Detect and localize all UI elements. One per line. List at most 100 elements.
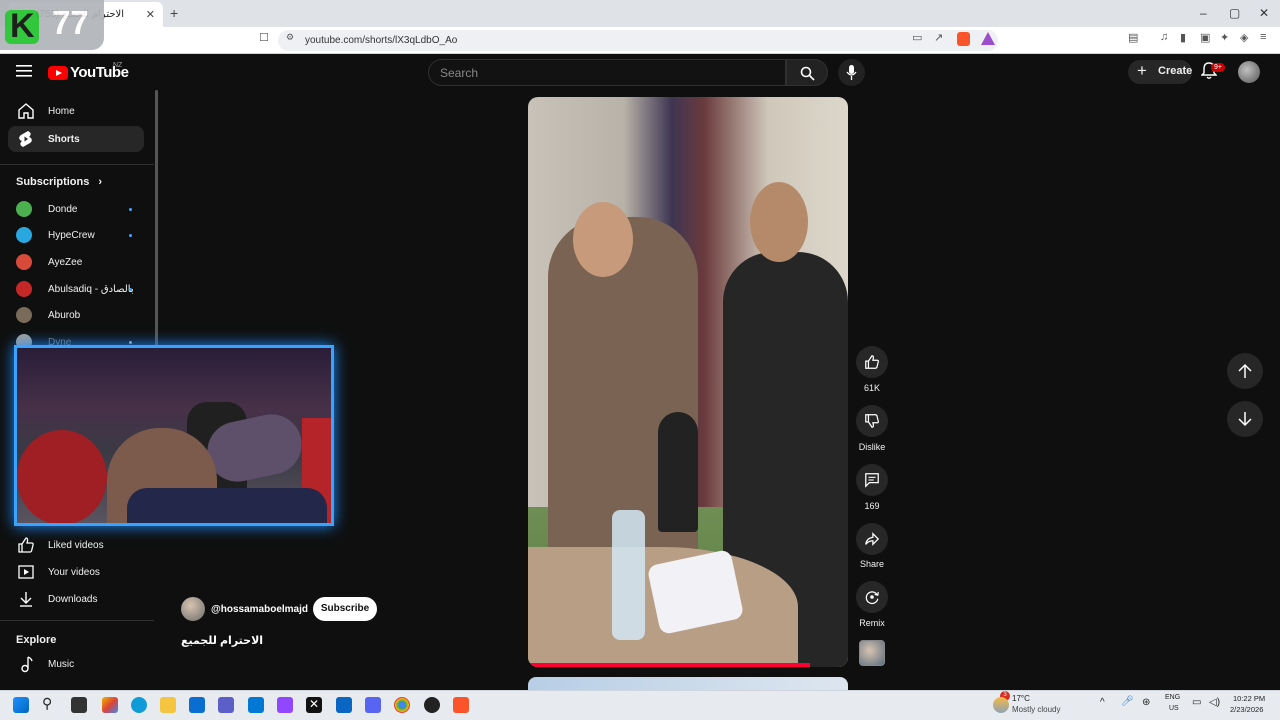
subscriptions-heading-label: Subscriptions	[16, 176, 90, 188]
next-short-button[interactable]	[1227, 401, 1263, 437]
search-button[interactable]	[786, 59, 828, 86]
sidebar-item-shorts[interactable]: Shorts	[8, 126, 144, 152]
sidebar-item-downloads[interactable]: Downloads	[8, 586, 144, 612]
weather-description[interactable]: Mostly cloudy	[1012, 705, 1060, 714]
create-label: Create	[1158, 65, 1193, 77]
sidebar-toggle-icon[interactable]: ▮	[1180, 31, 1186, 44]
sidebar-item-music[interactable]: Music	[8, 651, 144, 677]
teams-icon[interactable]	[218, 697, 234, 713]
search-input[interactable]: Search	[428, 59, 786, 86]
remix-button[interactable]	[856, 581, 888, 613]
sidebar-item-label: Your videos	[48, 567, 100, 578]
site-info-icon[interactable]: ⚙	[286, 32, 294, 43]
reader-mode-icon[interactable]: ▤	[1128, 31, 1138, 44]
remix-label: Remix	[859, 618, 885, 628]
subscriptions-heading[interactable]: Subscriptions ›	[16, 176, 102, 188]
comments-button[interactable]	[856, 464, 888, 496]
tray-app-icon[interactable]: ⊛	[1142, 697, 1150, 708]
video-progress-bar[interactable]	[528, 663, 810, 667]
minimize-button[interactable]: –	[1200, 6, 1207, 20]
video-scene-bottle	[612, 510, 645, 640]
sidebar-item-subscription[interactable]: Abulsadiq - بالصادق	[8, 276, 144, 302]
wallet-icon[interactable]: ▣	[1200, 31, 1210, 44]
account-avatar[interactable]	[1238, 61, 1260, 83]
sidebar-item-subscription[interactable]: AyeZee	[8, 249, 144, 275]
thumbs-down-icon	[865, 414, 879, 428]
leo-ai-icon[interactable]: ✦	[1220, 31, 1229, 44]
discord-icon[interactable]	[365, 697, 381, 713]
weather-temperature[interactable]: 17°C	[1012, 694, 1030, 703]
x-icon[interactable]: ✕	[306, 697, 322, 713]
obs-icon[interactable]	[424, 697, 440, 713]
streamer-logo-number: 77	[52, 4, 89, 41]
display-icon[interactable]: ▭	[1192, 697, 1201, 708]
streamer-logo-letter: K	[10, 7, 35, 45]
brave-rewards-icon[interactable]	[981, 32, 995, 45]
new-tab-button[interactable]: +	[170, 5, 178, 21]
weather-cloud-icon[interactable]	[993, 697, 1009, 713]
chrome-icon[interactable]	[394, 697, 410, 713]
subscribe-button[interactable]: Subscribe	[313, 597, 377, 621]
clock-time[interactable]: 10:22 PM	[1233, 694, 1265, 703]
share-button[interactable]	[856, 523, 888, 555]
channel-handle[interactable]: @hossamaboelmajd	[211, 604, 308, 615]
bookmark-icon[interactable]: ☐	[259, 31, 269, 44]
dislike-button[interactable]	[856, 405, 888, 437]
channel-avatar[interactable]	[181, 597, 205, 621]
short-video-player[interactable]	[528, 97, 848, 667]
browser-tab-bar	[0, 0, 1280, 27]
task-view-icon[interactable]	[71, 697, 87, 713]
maximize-button[interactable]: ▢	[1229, 6, 1240, 20]
share-page-icon[interactable]: ↗	[934, 31, 943, 44]
cast-icon[interactable]: ▭	[912, 31, 922, 44]
close-window-button[interactable]: ✕	[1259, 6, 1269, 20]
hamburger-menu-icon[interactable]	[16, 64, 32, 83]
linkedin-icon[interactable]	[336, 697, 352, 713]
sidebar-scrollbar[interactable]	[155, 90, 158, 350]
youtube-logo-icon[interactable]	[48, 66, 68, 80]
music-note-icon	[21, 656, 33, 673]
new-content-dot	[129, 341, 132, 344]
edge-icon[interactable]	[131, 697, 147, 713]
store-icon[interactable]	[189, 697, 205, 713]
voice-search-button[interactable]	[838, 59, 865, 86]
thumbs-up-icon	[865, 355, 879, 369]
sidebar-item-subscription[interactable]: Aburob	[8, 302, 144, 328]
remix-icon	[865, 591, 879, 605]
copilot-icon[interactable]	[102, 697, 118, 713]
sidebar-item-subscription[interactable]: HypeCrew	[8, 222, 144, 248]
menu-icon[interactable]: ≡	[1260, 31, 1266, 43]
arrow-up-icon	[1238, 363, 1252, 378]
url-field[interactable]: youtube.com/shorts/lX3qLdbO_Ao	[278, 30, 998, 51]
sidebar-item-your-videos[interactable]: Your videos	[8, 559, 144, 585]
audio-source-thumbnail[interactable]	[859, 640, 885, 666]
create-button[interactable]: + Create	[1128, 60, 1192, 84]
like-button[interactable]	[856, 346, 888, 378]
sidebar-item-liked-videos[interactable]: Liked videos	[8, 532, 144, 558]
windows-start-icon[interactable]	[13, 697, 29, 713]
previous-short-button[interactable]	[1227, 353, 1263, 389]
outlook-icon[interactable]	[248, 697, 264, 713]
next-short-preview[interactable]	[528, 677, 848, 690]
language-indicator[interactable]: ENG	[1165, 694, 1180, 701]
microphone-icon[interactable]: 🎤︎	[1121, 696, 1134, 707]
chevron-up-icon[interactable]: ^	[1100, 697, 1105, 708]
sidebar-item-subscription[interactable]: Donde	[8, 196, 144, 222]
media-icon[interactable]: ♫	[1160, 31, 1168, 43]
file-explorer-icon[interactable]	[160, 697, 176, 713]
sidebar-item-home[interactable]: Home	[8, 98, 144, 124]
clock-date[interactable]: 2/23/2026	[1230, 705, 1263, 714]
channel-avatar	[16, 307, 32, 323]
twitch-icon[interactable]	[277, 697, 293, 713]
sidebar-item-label: Home	[48, 106, 75, 117]
brave-shield-icon[interactable]	[957, 32, 970, 46]
vpn-icon[interactable]: ◈	[1240, 31, 1248, 44]
arrow-down-icon	[1238, 412, 1252, 427]
webcam-scene-red-object	[17, 430, 107, 523]
brave-icon[interactable]	[453, 697, 469, 713]
tab-close-icon[interactable]: ✕	[146, 8, 155, 21]
keyboard-layout[interactable]: US	[1169, 705, 1179, 712]
search-icon[interactable]: ⚲	[42, 695, 58, 711]
volume-icon[interactable]: ◁)	[1209, 697, 1220, 708]
channel-avatar	[16, 201, 32, 217]
